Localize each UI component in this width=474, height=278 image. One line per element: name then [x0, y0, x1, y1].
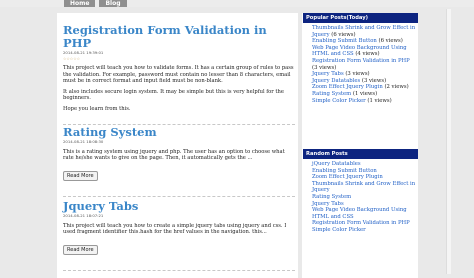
list-item[interactable]: jQuery Datatables	[312, 161, 416, 168]
list-item[interactable]: Thumbnails Shrink and Grow Effect in Jqu…	[312, 181, 416, 194]
read-more-button[interactable]: Read More	[63, 170, 98, 181]
list-item[interactable]: Zoom Effect Jquery Plugin (2 views)	[312, 84, 416, 91]
list-item[interactable]: Web Page Video Background Using HTML and…	[312, 45, 416, 58]
main-content: Registration Form Validation in PHP 2014…	[57, 13, 298, 278]
list-item[interactable]: Registration Form Validation in PHP (3 v…	[312, 58, 416, 71]
list-item[interactable]: Jquery Tabs	[312, 201, 416, 208]
post-date: 2014-08-21 18:07:21	[63, 213, 104, 218]
post-paragraph: Hope you learn from this.	[63, 105, 131, 112]
list-item[interactable]: Simple Color Picker	[312, 227, 416, 234]
list-item[interactable]: Simple Color Picker (1 views)	[312, 98, 416, 105]
random-posts-widget: Random Posts jQuery Datatables Enabling …	[303, 149, 418, 234]
list-item[interactable]: Thumbnails Shrink and Grow Effect in Jqu…	[312, 25, 416, 38]
popular-posts-widget: Popular Posts(Today) Thumbnails Shrink a…	[303, 13, 418, 104]
list-item[interactable]: Jquery Tabs (3 views)	[312, 71, 416, 78]
divider	[63, 270, 295, 271]
nav-home-link[interactable]: Home	[64, 0, 96, 7]
post-title[interactable]: Registration Form Validation in PHP	[63, 24, 297, 50]
popular-posts-list: Thumbnails Shrink and Grow Effect in Jqu…	[303, 25, 418, 104]
post-paragraph: It also includes secure login system. It…	[63, 88, 284, 102]
post-date: 2014-08-21 18:08:30	[63, 139, 104, 144]
random-posts-list: jQuery Datatables Enabling Submit Button…	[303, 161, 418, 234]
post-excerpt: This is a rating system using jquery and…	[63, 148, 285, 162]
post: Jquery Tabs 2014-08-21 18:07:21 This pro…	[63, 200, 297, 255]
popular-posts-header: Popular Posts(Today)	[303, 13, 418, 23]
post-date: 2014-08-21 19:39:01	[63, 50, 104, 55]
read-more-button[interactable]: Read More	[63, 244, 98, 255]
list-item[interactable]: Registration Form Validation in PHP	[312, 220, 416, 227]
list-item[interactable]: Enabling Submit Button (6 views)	[312, 38, 416, 45]
list-item[interactable]: Zoom Effect Jquery Plugin	[312, 174, 416, 181]
divider	[63, 196, 295, 197]
nav-blog-link[interactable]: Blog	[99, 0, 127, 7]
post-paragraph: This project will teach you how to valid…	[63, 65, 294, 85]
post-rating: ☆☆☆☆☆	[63, 55, 81, 61]
post-title[interactable]: Jquery Tabs	[63, 200, 297, 213]
list-item[interactable]: Enabling Submit Button	[312, 168, 416, 175]
random-posts-header: Random Posts	[303, 149, 418, 159]
list-item[interactable]: Web Page Video Background Using HTML and…	[312, 207, 416, 220]
post: Rating System 2014-08-21 18:08:30 This i…	[63, 126, 297, 181]
list-item[interactable]: Rating System (1 views)	[312, 91, 416, 98]
post: Registration Form Validation in PHP 2014…	[63, 24, 297, 113]
top-nav: Home Blog	[64, 0, 127, 7]
sidebar: Popular Posts(Today) Thumbnails Shrink a…	[302, 13, 418, 278]
post-title[interactable]: Rating System	[63, 126, 297, 139]
post-excerpt: This project will teach you how to creat…	[63, 222, 287, 236]
vertical-scrollbar[interactable]	[446, 9, 451, 274]
list-item[interactable]: Rating System	[312, 194, 416, 201]
